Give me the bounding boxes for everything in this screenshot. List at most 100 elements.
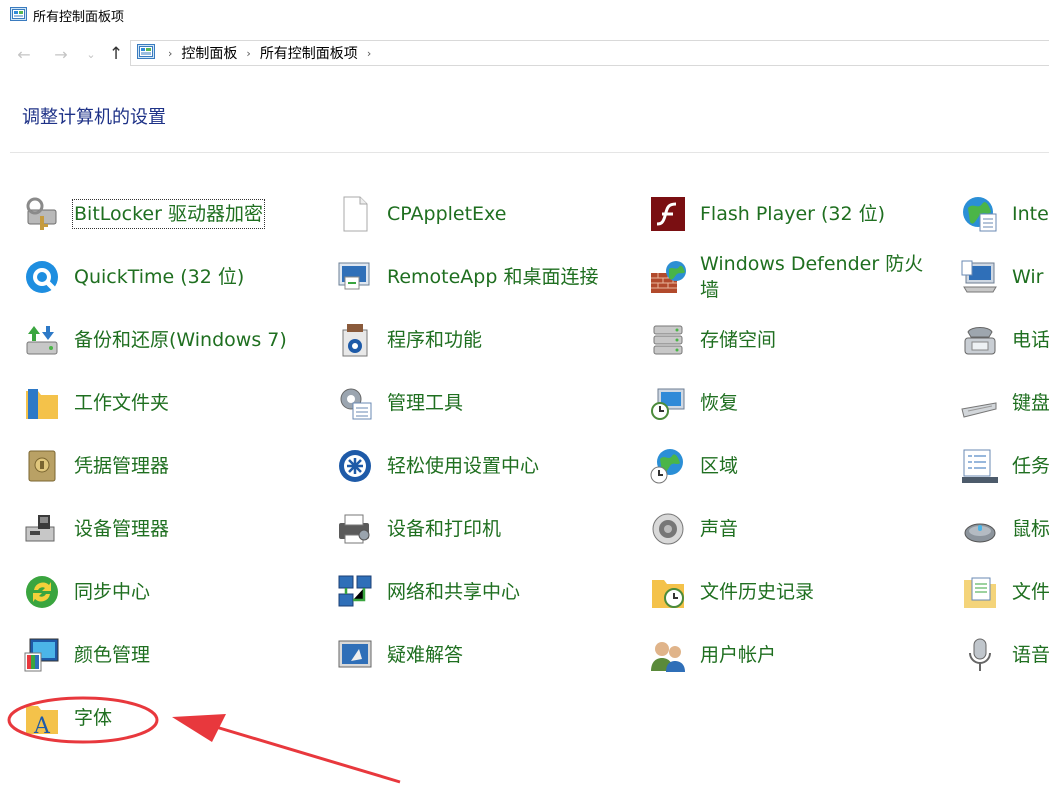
item-label: 工作文件夹 (74, 392, 170, 414)
control-panel-item[interactable]: 文件 (958, 562, 1049, 622)
control-panel-icon (137, 43, 155, 63)
control-panel-item[interactable]: 轻松使用设置中心 (333, 436, 539, 496)
breadcrumb-item[interactable]: 所有控制面板项 (260, 43, 358, 63)
title-bar: 所有控制面板项 (0, 0, 1049, 30)
remoteapp-icon (333, 255, 377, 299)
control-panel-item[interactable]: 恢复 (646, 373, 738, 433)
ease-of-access-icon (333, 444, 377, 488)
item-label: 同步中心 (74, 581, 151, 603)
breadcrumb-item[interactable]: 控制面板 (181, 43, 237, 63)
internet-options-icon (958, 192, 1002, 236)
firewall-icon (646, 255, 690, 299)
admin-tools-icon (333, 381, 377, 425)
control-panel-item[interactable]: QuickTime (32 位) (20, 247, 244, 307)
annotation-arrow-head (172, 714, 226, 742)
file-history-icon (646, 570, 690, 614)
item-label: BitLocker 驱动器加密 (72, 199, 265, 229)
control-panel-item[interactable]: 工作文件夹 (20, 373, 169, 433)
bitlocker-icon (20, 192, 64, 236)
control-panel-item[interactable]: 凭据管理器 (20, 436, 169, 496)
control-panel-item[interactable]: A 字体 (20, 688, 112, 748)
item-label: CPAppletExe (387, 203, 507, 225)
item-label: 设备管理器 (74, 518, 170, 540)
color-management-icon (20, 633, 64, 677)
control-panel-icon (10, 7, 27, 25)
control-panel-item[interactable]: 程序和功能 (333, 310, 482, 370)
printer-icon (333, 507, 377, 551)
control-panel-item[interactable]: 任务 (958, 436, 1049, 496)
item-label: RemoteApp 和桌面连接 (387, 266, 599, 288)
control-panel-item[interactable]: 电话 (958, 310, 1049, 370)
control-panel-item[interactable]: 区域 (646, 436, 738, 496)
page-heading: 调整计算机的设置 (22, 107, 166, 128)
item-label: 轻松使用设置中心 (387, 455, 540, 477)
device-manager-icon (20, 507, 64, 551)
windows-mobility-icon (958, 255, 1002, 299)
backup-icon (20, 318, 64, 362)
control-panel-item[interactable]: 声音 (646, 499, 738, 559)
speech-icon (958, 633, 1002, 677)
control-panel-item[interactable]: 文件历史记录 (646, 562, 814, 622)
item-label: 字体 (74, 707, 113, 729)
control-panel-item[interactable]: 设备管理器 (20, 499, 169, 559)
item-label: 文件 (1012, 581, 1049, 603)
flash-icon (646, 192, 690, 236)
address-bar[interactable]: › 控制面板 › 所有控制面板项 › (130, 40, 1049, 66)
fonts-icon: A (20, 696, 64, 740)
region-icon (646, 444, 690, 488)
control-panel-item[interactable]: 存储空间 (646, 310, 776, 370)
control-panel-item[interactable]: BitLocker 驱动器加密 (20, 184, 265, 244)
item-label: 声音 (700, 518, 739, 540)
control-panel-item[interactable]: 同步中心 (20, 562, 150, 622)
item-label: QuickTime (32 位) (74, 266, 245, 288)
control-panel-item[interactable]: Inte (958, 184, 1049, 244)
control-panel-item[interactable]: Flash Player (32 位) (646, 184, 885, 244)
divider (10, 152, 1049, 153)
item-label: 电话 (1012, 329, 1049, 351)
control-panel-item[interactable]: 鼠标 (958, 499, 1049, 559)
control-panel-item[interactable]: 网络和共享中心 (333, 562, 520, 622)
control-panel-item[interactable]: 用户帐户 (646, 625, 776, 685)
item-label: 语音 (1012, 644, 1049, 666)
control-panel-item[interactable]: Wir (958, 247, 1043, 307)
item-label: Wir (1012, 266, 1044, 288)
control-panel-item[interactable]: 管理工具 (333, 373, 463, 433)
control-panel-item[interactable]: 键盘 (958, 373, 1049, 433)
item-label: 设备和打印机 (387, 518, 502, 540)
control-panel-item[interactable]: 颜色管理 (20, 625, 150, 685)
taskbar-icon (958, 444, 1002, 488)
item-label: 颜色管理 (74, 644, 151, 666)
phone-icon (958, 318, 1002, 362)
troubleshooting-icon (333, 633, 377, 677)
recovery-icon (646, 381, 690, 425)
control-panel-item[interactable]: 语音 (958, 625, 1049, 685)
item-label: Windows Defender 防火墙 (700, 253, 924, 301)
quicktime-icon (20, 255, 64, 299)
item-label: 网络和共享中心 (387, 581, 521, 603)
file-explorer-options-icon (958, 570, 1002, 614)
item-label: Flash Player (32 位) (700, 203, 886, 225)
chevron-right-icon: › (246, 46, 251, 60)
control-panel-item[interactable]: Windows Defender 防火墙 (646, 247, 935, 307)
control-panel-item[interactable]: 备份和还原(Windows 7) (20, 310, 287, 370)
up-icon[interactable]: ↑ (106, 44, 126, 64)
control-panel-item[interactable]: 设备和打印机 (333, 499, 501, 559)
chevron-right-icon[interactable]: › (367, 47, 371, 60)
control-panel-item[interactable]: RemoteApp 和桌面连接 (333, 247, 598, 307)
item-label: 管理工具 (387, 392, 464, 414)
chevron-right-icon: › (168, 46, 173, 60)
item-label: 键盘 (1012, 392, 1049, 414)
annotation-arrow-shaft (205, 722, 401, 784)
item-label: 用户帐户 (700, 644, 777, 666)
control-panel-item[interactable]: 疑难解答 (333, 625, 463, 685)
file-icon (333, 192, 377, 236)
item-label: 存储空间 (700, 329, 777, 351)
back-icon[interactable]: ← (14, 44, 34, 64)
control-panel-item[interactable]: CPAppletExe (333, 184, 506, 244)
credential-icon (20, 444, 64, 488)
item-label: 备份和还原(Windows 7) (74, 329, 287, 351)
svg-text:A: A (33, 714, 51, 738)
forward-icon[interactable]: → (51, 44, 71, 64)
recent-locations-icon[interactable]: ⌄ (81, 44, 101, 64)
network-icon (333, 570, 377, 614)
